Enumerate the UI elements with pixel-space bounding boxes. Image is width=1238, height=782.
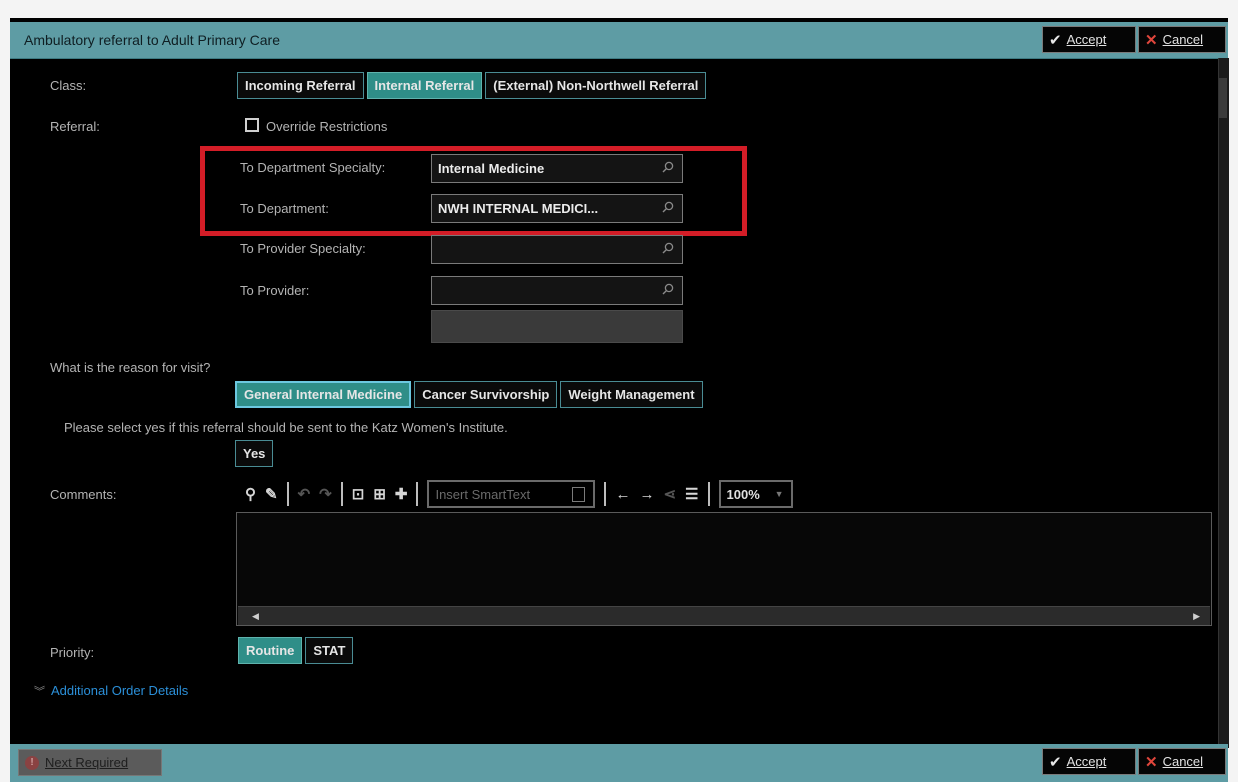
reason-label: What is the reason for visit? <box>50 360 211 375</box>
provider-specialty-input[interactable] <box>431 235 683 264</box>
override-restrictions-checkbox[interactable] <box>245 118 259 132</box>
list-icon[interactable] <box>572 487 586 502</box>
smartlink-icon[interactable]: ⊞ <box>373 485 386 503</box>
katz-segmented-control: Yes <box>235 440 274 467</box>
class-label: Class: <box>50 78 87 93</box>
arrow-left-icon[interactable]: ← <box>615 486 630 503</box>
additional-order-details-toggle[interactable]: ︾ Additional Order Details <box>34 683 188 699</box>
reason-option-weight-management[interactable]: Weight Management <box>560 381 703 408</box>
smartphrase-icon[interactable]: ⊡ <box>352 485 365 503</box>
toolbar-divider <box>340 482 343 506</box>
top-strip <box>0 0 1238 18</box>
priority-segmented-control: Routine STAT <box>238 637 354 664</box>
scroll-right-arrow-icon[interactable]: ▶ <box>1193 611 1200 622</box>
provider-specialty-label: To Provider Specialty: <box>240 241 366 256</box>
close-icon: ✕ <box>1145 753 1158 771</box>
toolbar-divider <box>416 482 419 506</box>
insert-smarttext-field[interactable]: Insert SmartText <box>427 480 596 508</box>
vertical-scrollbar-thumb[interactable] <box>1219 78 1227 118</box>
reason-option-general-internal-medicine[interactable]: General Internal Medicine <box>235 381 412 408</box>
dialog-title: Ambulatory referral to Adult Primary Car… <box>24 32 280 48</box>
reason-segmented-control: General Internal Medicine Cancer Survivo… <box>235 381 703 408</box>
comments-label: Comments: <box>50 487 117 502</box>
toolbar-divider <box>707 482 710 506</box>
search-icon[interactable] <box>662 283 674 295</box>
class-option-internal-referral[interactable]: Internal Referral <box>366 72 483 99</box>
footer-accept-button[interactable]: ✔ Accept <box>1042 748 1136 775</box>
chevron-down-icon: ▼ <box>774 489 784 499</box>
highlight-annotation-box <box>200 146 747 236</box>
reason-option-cancer-survivorship[interactable]: Cancer Survivorship <box>414 381 558 408</box>
arrow-right-icon[interactable]: → <box>639 486 654 503</box>
toolbar-divider <box>286 482 289 506</box>
add-icon[interactable]: ✚ <box>395 485 408 503</box>
provider-label: To Provider: <box>240 283 310 298</box>
override-restrictions-label: Override Restrictions <box>266 119 388 134</box>
title-bar: Ambulatory referral to Adult Primary Car… <box>10 22 1228 59</box>
scroll-left-arrow-icon[interactable]: ◀ <box>252 611 259 622</box>
checkmark-icon: ✔ <box>1049 31 1062 49</box>
undo-icon[interactable]: ↶ <box>298 485 311 503</box>
class-option-incoming-referral[interactable]: Incoming Referral <box>237 72 364 99</box>
katz-yes-button[interactable]: Yes <box>235 440 274 467</box>
align-icon[interactable]: ☰ <box>685 485 698 503</box>
priority-option-stat[interactable]: STAT <box>305 637 354 664</box>
class-option-external-referral[interactable]: (External) Non-Northwell Referral <box>485 72 707 99</box>
priority-label: Priority: <box>50 645 95 660</box>
priority-option-routine[interactable]: Routine <box>238 637 303 664</box>
referral-label: Referral: <box>50 119 100 134</box>
cancel-button[interactable]: ✕ Cancel <box>1138 26 1226 53</box>
zoom-search-icon[interactable]: ⚲ <box>245 485 256 503</box>
checkmark-icon: ✔ <box>1049 753 1062 771</box>
double-chevron-down-icon: ︾ <box>34 686 45 698</box>
provider-detail-box <box>431 310 683 343</box>
close-icon: ✕ <box>1145 31 1158 49</box>
class-segmented-control: Incoming Referral Internal Referral (Ext… <box>237 72 707 99</box>
search-icon[interactable] <box>662 242 674 254</box>
redo-icon[interactable]: ↷ <box>319 485 332 503</box>
spellcheck-icon[interactable]: ✎ <box>265 485 278 503</box>
provider-input[interactable] <box>431 276 683 305</box>
vertical-scrollbar[interactable] <box>1218 58 1229 748</box>
accept-button[interactable]: ✔ Accept <box>1042 26 1136 53</box>
toolbar-divider <box>604 482 607 506</box>
alert-icon: ! <box>25 755 39 770</box>
comments-toolbar: ⚲ ✎ ↶ ↷ ⊡ ⊞ ✚ Insert SmartText ← → ⋖ ☰ 1… <box>245 478 793 510</box>
footer-cancel-button[interactable]: ✕ Cancel <box>1138 748 1226 775</box>
katz-question: Please select yes if this referral shoul… <box>64 420 508 435</box>
share-icon[interactable]: ⋖ <box>663 485 676 503</box>
comments-horizontal-scrollbar[interactable]: ◀ ▶ <box>238 606 1210 625</box>
zoom-select[interactable]: 100% ▼ <box>718 480 793 508</box>
next-required-button[interactable]: ! Next Required <box>18 749 162 776</box>
